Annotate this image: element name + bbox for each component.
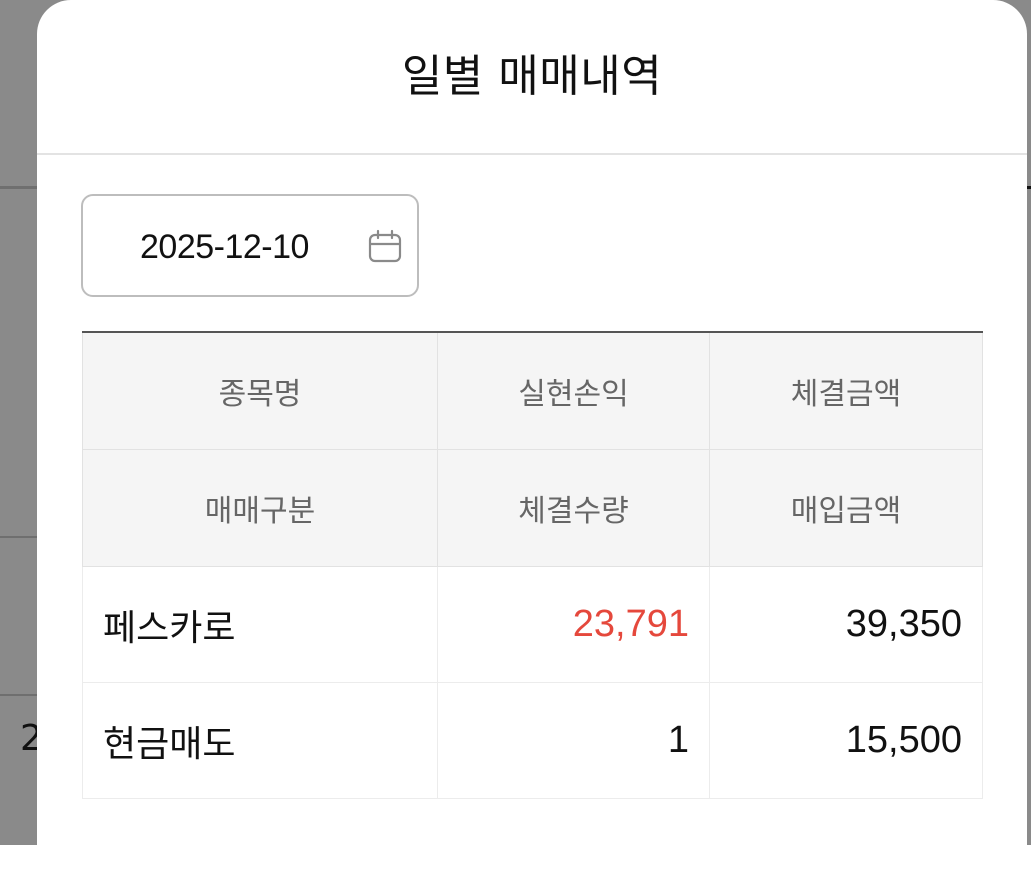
table-row[interactable]: 현금매도 1 15,500 — [82, 682, 983, 799]
header-execution-amount: 체결금액 — [709, 331, 983, 450]
cell-trade-type: 현금매도 — [82, 682, 438, 799]
trade-history-table: 종목명 실현손익 체결금액 매매구분 체결수량 매입금액 페스카로 23,791… — [82, 331, 983, 799]
background-divider — [0, 536, 37, 538]
background-divider — [0, 694, 37, 696]
header-realized-profit: 실현손익 — [437, 331, 710, 450]
cell-execution-quantity: 1 — [437, 682, 710, 799]
cell-purchase-amount: 15,500 — [709, 682, 983, 799]
calendar-icon[interactable] — [367, 229, 403, 265]
table-header-row: 매매구분 체결수량 매입금액 — [82, 449, 983, 567]
background-divider — [0, 186, 37, 189]
header-trade-type: 매매구분 — [82, 449, 438, 567]
header-stock-name: 종목명 — [82, 331, 438, 450]
modal-header: 일별 매매내역 — [37, 0, 1027, 155]
daily-trade-history-modal: 일별 매매내역 2025-12-10 종목명 실현손익 체결금액 매매구분 체결… — [37, 0, 1027, 870]
cell-execution-amount: 39,350 — [709, 566, 983, 683]
cell-stock-name: 페스카로 — [82, 566, 438, 683]
table-row[interactable]: 페스카로 23,791 39,350 — [82, 566, 983, 683]
modal-title: 일별 매매내역 — [401, 51, 663, 102]
header-purchase-amount: 매입금액 — [709, 449, 983, 567]
cell-realized-profit: 23,791 — [437, 566, 710, 683]
date-picker[interactable]: 2025-12-10 — [81, 194, 419, 297]
table-header-row: 종목명 실현손익 체결금액 — [82, 331, 983, 450]
header-execution-quantity: 체결수량 — [437, 449, 710, 567]
date-value: 2025-12-10 — [140, 228, 309, 266]
